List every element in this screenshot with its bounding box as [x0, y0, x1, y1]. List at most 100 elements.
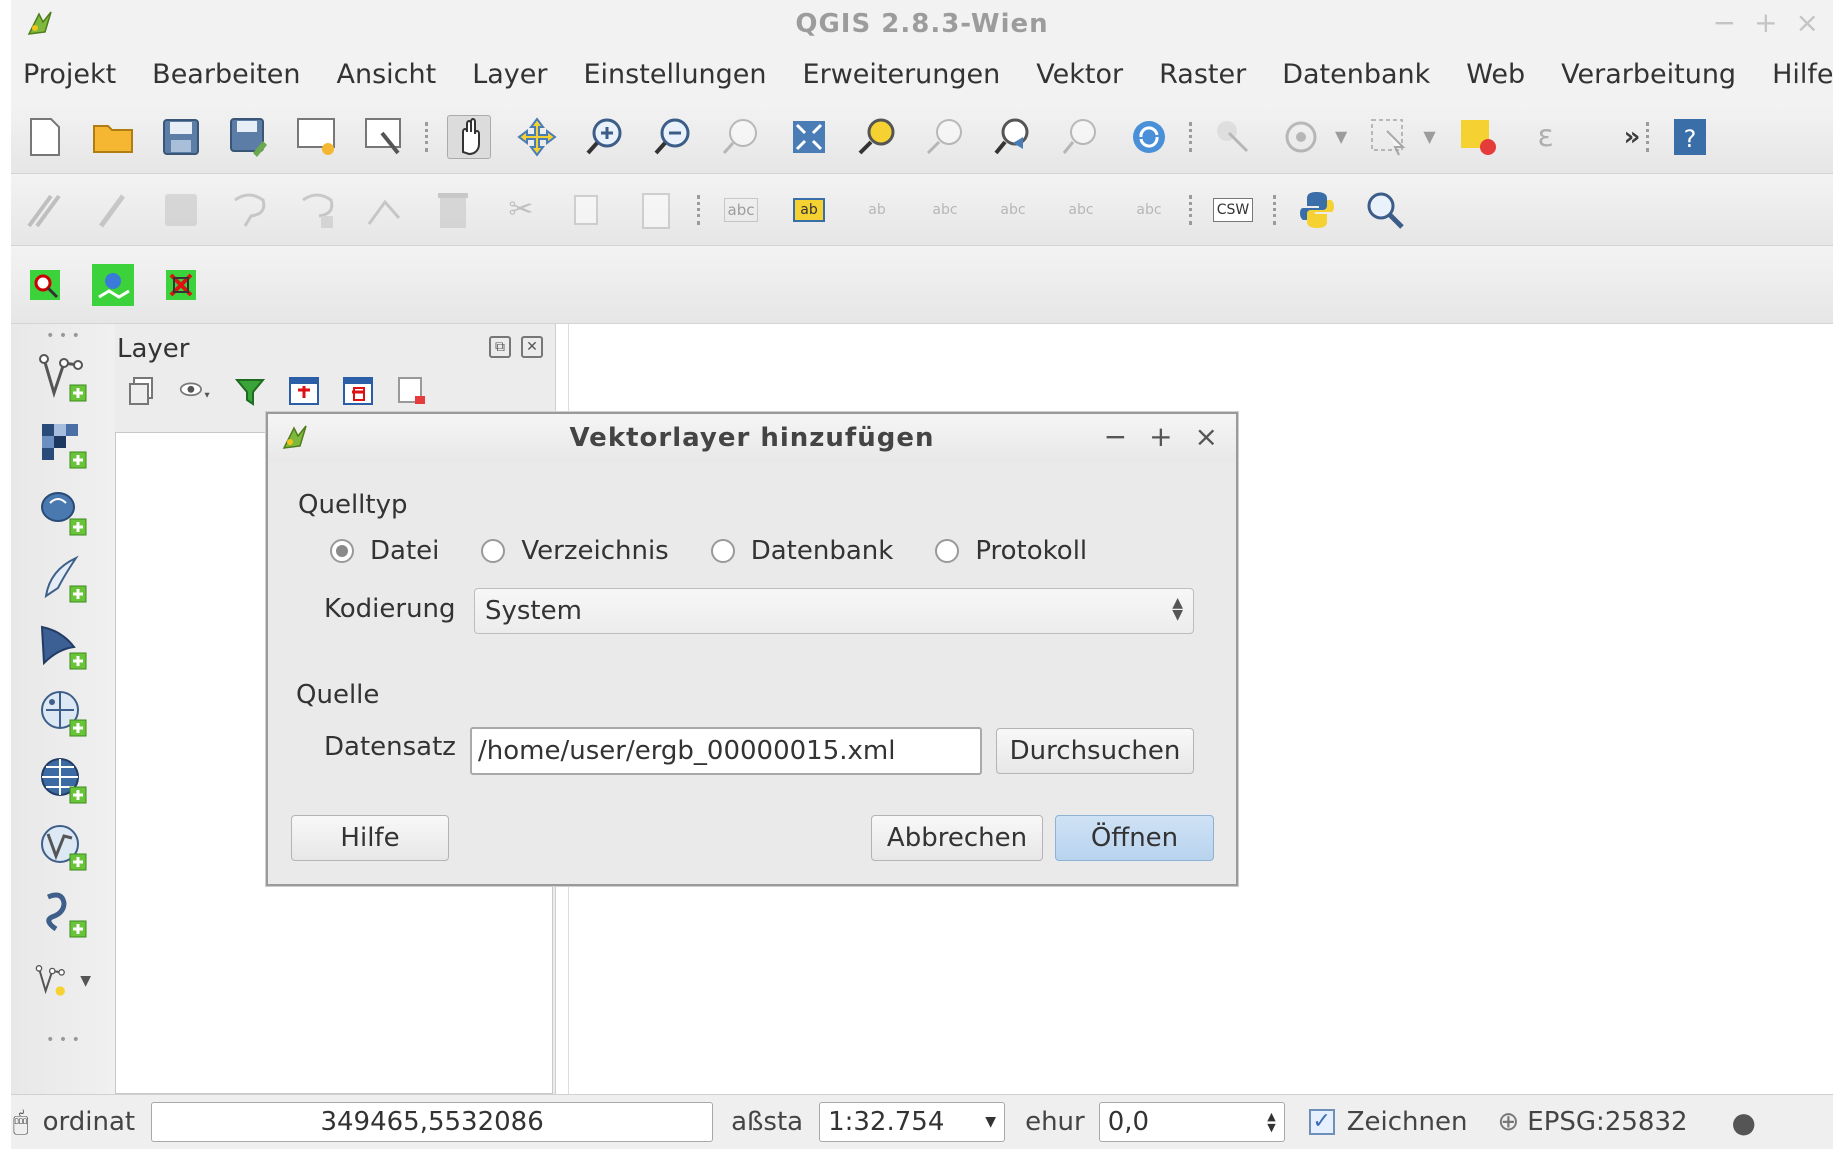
- cancel-button[interactable]: Abbrechen: [871, 815, 1043, 861]
- menu-bearbeiten[interactable]: Bearbeiten: [152, 59, 300, 90]
- plugin-search-map-icon[interactable]: [23, 263, 67, 307]
- add-postgis-layer-icon[interactable]: [35, 484, 91, 540]
- radio-button[interactable]: [710, 539, 735, 563]
- menu-ansicht[interactable]: Ansicht: [337, 59, 437, 90]
- toolbar-handle[interactable]: • • •: [46, 1032, 80, 1048]
- deselect-features-icon[interactable]: [1456, 115, 1500, 159]
- delete-selected-icon[interactable]: [431, 188, 475, 232]
- cut-features-icon[interactable]: ✂: [499, 188, 543, 232]
- menu-datenbank[interactable]: Datenbank: [1282, 59, 1430, 90]
- search-icon[interactable]: [1363, 188, 1407, 232]
- menu-hilfe[interactable]: Hilfe: [1772, 59, 1833, 90]
- radio-button[interactable]: [481, 539, 506, 563]
- field-calculator-icon[interactable]: ε: [1524, 115, 1568, 159]
- select-features-icon[interactable]: [1367, 115, 1411, 159]
- help-button[interactable]: Hilfe: [291, 815, 449, 861]
- close-button[interactable]: ×: [1796, 6, 1819, 39]
- encoding-select[interactable]: System ▲ ▼: [474, 588, 1194, 634]
- zoom-last-icon[interactable]: [991, 115, 1035, 159]
- new-print-composer-icon[interactable]: [295, 115, 339, 159]
- radio-button-selected[interactable]: [330, 539, 354, 563]
- dialog-minimize-button[interactable]: −: [1104, 420, 1127, 453]
- menu-projekt[interactable]: Projekt: [23, 59, 116, 90]
- menu-erweiterungen[interactable]: Erweiterungen: [803, 59, 1001, 90]
- close-panel-icon[interactable]: ✕: [521, 336, 543, 358]
- new-project-icon[interactable]: [23, 115, 67, 159]
- add-vector-layer-icon[interactable]: [35, 350, 91, 406]
- dropdown-arrow-icon[interactable]: ▼: [80, 973, 91, 989]
- expand-all-icon[interactable]: [125, 374, 159, 408]
- add-mssql-layer-icon[interactable]: [35, 618, 91, 674]
- new-shapefile-layer-icon[interactable]: ▼: [35, 953, 91, 1009]
- mouse-coordinate-toggle-icon[interactable]: 🖱: [13, 1107, 29, 1138]
- menu-verarbeitung[interactable]: Verarbeitung: [1561, 59, 1736, 90]
- spin-arrows-icon[interactable]: ▲ ▼: [1267, 1111, 1275, 1133]
- move-feature-icon[interactable]: [295, 188, 339, 232]
- zoom-in-icon[interactable]: [583, 115, 627, 159]
- save-project-icon[interactable]: [159, 115, 203, 159]
- pin-label-icon[interactable]: ab: [855, 188, 899, 232]
- save-edits-icon[interactable]: [159, 188, 203, 232]
- pan-map-icon[interactable]: [447, 114, 491, 159]
- python-console-icon[interactable]: [1295, 188, 1339, 232]
- messages-icon[interactable]: ●: [1732, 1106, 1756, 1139]
- zoom-next-icon[interactable]: [1059, 115, 1103, 159]
- menu-web[interactable]: Web: [1466, 59, 1525, 90]
- browse-button[interactable]: Durchsuchen: [996, 728, 1194, 774]
- radio-protokoll[interactable]: Protokoll: [935, 536, 1087, 566]
- dropdown-arrow-icon[interactable]: ▼: [985, 1114, 996, 1130]
- rotation-spinbox[interactable]: 0,0 ▲ ▼: [1098, 1102, 1285, 1142]
- add-wcs-layer-icon[interactable]: [35, 752, 91, 808]
- add-spatialite-layer-icon[interactable]: [35, 551, 91, 607]
- radio-datei[interactable]: Datei: [330, 536, 439, 566]
- node-tool-icon[interactable]: [363, 188, 407, 232]
- menu-vektor[interactable]: Vektor: [1036, 59, 1123, 90]
- change-label-icon[interactable]: abc: [1127, 188, 1171, 232]
- zoom-to-layer-icon[interactable]: [923, 115, 967, 159]
- radio-button[interactable]: [935, 539, 960, 563]
- remove-layer-icon[interactable]: [395, 374, 429, 408]
- add-delimited-text-layer-icon[interactable]: [35, 886, 91, 942]
- visibility-icon[interactable]: [179, 374, 213, 408]
- add-raster-layer-icon[interactable]: [35, 417, 91, 473]
- show-hide-labels-icon[interactable]: abc: [923, 188, 967, 232]
- zoom-full-icon[interactable]: [787, 115, 831, 159]
- dropdown-arrow-icon[interactable]: ▼: [1335, 127, 1347, 146]
- toggle-editing-icon[interactable]: [91, 188, 135, 232]
- render-checkbox[interactable]: ✓: [1308, 1109, 1335, 1135]
- add-feature-icon[interactable]: [227, 188, 271, 232]
- maximize-button[interactable]: +: [1754, 6, 1777, 39]
- move-label-icon[interactable]: abc: [991, 188, 1035, 232]
- float-panel-icon[interactable]: ⧉: [489, 336, 511, 358]
- zoom-out-icon[interactable]: [651, 115, 695, 159]
- label-highlight-icon[interactable]: ab: [787, 188, 831, 232]
- coordinate-field[interactable]: 349465,5532086: [151, 1102, 714, 1142]
- zoom-actual-size-icon[interactable]: [719, 115, 763, 159]
- pan-to-selection-icon[interactable]: [515, 115, 559, 159]
- current-edits-icon[interactable]: [23, 188, 67, 232]
- crs-label[interactable]: EPSG:25832: [1527, 1107, 1687, 1137]
- radio-datenbank[interactable]: Datenbank: [710, 536, 893, 566]
- menu-layer[interactable]: Layer: [472, 59, 547, 90]
- expand-layers-icon[interactable]: [287, 374, 321, 408]
- metasearch-csw-icon[interactable]: CSW: [1211, 188, 1255, 232]
- save-as-icon[interactable]: [227, 115, 271, 159]
- dataset-input[interactable]: [470, 727, 982, 775]
- plugin-map-tiles-icon[interactable]: [91, 263, 135, 307]
- composer-manager-icon[interactable]: [363, 115, 407, 159]
- add-wfs-layer-icon[interactable]: [35, 819, 91, 875]
- dialog-maximize-button[interactable]: +: [1149, 420, 1172, 453]
- rotate-label-icon[interactable]: abc: [1059, 188, 1103, 232]
- paste-features-icon[interactable]: [635, 188, 679, 232]
- filter-legend-icon[interactable]: [233, 374, 267, 408]
- layer-labeling-icon[interactable]: abc: [719, 188, 763, 232]
- open-button[interactable]: Öffnen: [1055, 815, 1214, 861]
- scale-combo[interactable]: 1:32.754 ▼: [819, 1102, 1006, 1142]
- refresh-icon[interactable]: [1127, 115, 1171, 159]
- radio-verzeichnis[interactable]: Verzeichnis: [481, 536, 669, 566]
- toolbar-overflow-icon[interactable]: »: [1624, 122, 1641, 152]
- menu-einstellungen[interactable]: Einstellungen: [584, 59, 767, 90]
- copy-features-icon[interactable]: [567, 188, 611, 232]
- dialog-close-button[interactable]: ×: [1195, 420, 1218, 453]
- help-icon[interactable]: ?: [1668, 115, 1712, 159]
